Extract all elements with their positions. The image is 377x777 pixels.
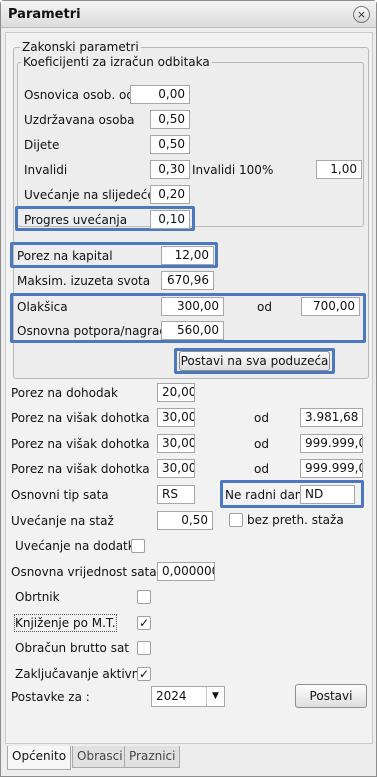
porez-dohodak-field[interactable]: 20,00 bbox=[157, 383, 195, 402]
obrtnik-label: Obrtnik bbox=[15, 590, 60, 604]
olaksica-field[interactable]: 300,00 bbox=[161, 297, 224, 316]
title-bar: Parametri × bbox=[1, 1, 376, 28]
close-button[interactable]: × bbox=[353, 6, 370, 23]
osnovna-vrijednost-sata-field[interactable]: 0,000000 bbox=[157, 562, 215, 581]
progres-uvecanja-field[interactable]: 0,10 bbox=[150, 210, 190, 229]
knjizenje-mt-checkbox[interactable]: ✓ bbox=[137, 616, 151, 630]
osnovica-field[interactable]: 0,00 bbox=[130, 85, 190, 104]
zakljucavanje-label: Zaključavanje aktivno bbox=[15, 667, 147, 681]
visak-od-label-1: od bbox=[254, 411, 269, 425]
uvecanje-slijedece-field[interactable]: 0,20 bbox=[150, 185, 190, 204]
zakonski-parametri-group: Zakonski parametri Koeficijenti za izrač… bbox=[10, 40, 369, 379]
uvecanje-dodatke-checkbox[interactable] bbox=[131, 539, 145, 553]
postavi-button[interactable]: Postavi bbox=[295, 684, 367, 708]
knjizenje-mt-label: Knjiženje po M.T. bbox=[14, 614, 117, 632]
visak-dohotka-label-3: Porez na višak dohotka bbox=[11, 462, 150, 476]
zakljucavanje-checkbox[interactable]: ✓ bbox=[137, 667, 151, 681]
progres-uvecanja-label: Progres uvećanja bbox=[24, 213, 128, 227]
uzdrzavana-label: Uzdržavana osoba bbox=[24, 113, 135, 127]
invalidi100-field[interactable]: 1,00 bbox=[316, 160, 362, 179]
visak-od-field-3[interactable]: 999.999,00 bbox=[300, 459, 363, 478]
invalidi-field[interactable]: 0,30 bbox=[150, 160, 190, 179]
uzdrzavana-field[interactable]: 0,50 bbox=[150, 110, 190, 129]
obracun-brutto-checkbox[interactable] bbox=[137, 641, 151, 655]
checkmark-icon: ✓ bbox=[138, 667, 150, 681]
porez-kapital-label: Porez na kapital bbox=[17, 249, 113, 263]
zakonski-parametri-legend: Zakonski parametri bbox=[20, 40, 141, 54]
ne-radni-dani-field[interactable]: ND bbox=[300, 485, 355, 504]
uvecanje-dodatke-label: Uvećanje na dodatke bbox=[15, 539, 142, 553]
visak-dohotka-field-3[interactable]: 30,00 bbox=[157, 459, 195, 478]
visak-od-label-3: od bbox=[254, 462, 269, 476]
visak-dohotka-label-1: Porez na višak dohotka bbox=[11, 411, 150, 425]
obracun-brutto-label: Obračun brutto sat bbox=[15, 641, 130, 655]
close-icon: × bbox=[356, 8, 367, 21]
osnovni-tip-sata-field[interactable]: RS bbox=[157, 485, 195, 504]
checkmark-icon: ✓ bbox=[138, 616, 150, 630]
postavke-za-value: 2024 bbox=[156, 689, 187, 703]
osnovna-potpora-label: Osnovna potpora/nagrada bbox=[17, 324, 175, 338]
postavke-za-select[interactable]: 2024 ▼ bbox=[151, 686, 225, 707]
bez-staza-checkbox[interactable] bbox=[229, 513, 243, 527]
osnovica-label: Osnovica osob. odb. bbox=[24, 88, 146, 102]
tab-praznici[interactable]: Praznici bbox=[124, 746, 181, 768]
tab-bar: Općenito Obrasci Praznici bbox=[5, 746, 373, 771]
dijete-label: Dijete bbox=[24, 138, 60, 152]
parametri-window: Parametri × Zakonski parametri Koeficije… bbox=[0, 0, 377, 777]
visak-od-field-2[interactable]: 999.999,00 bbox=[300, 434, 363, 453]
osnovni-tip-sata-label: Osnovni tip sata bbox=[11, 488, 109, 502]
olaksica-label: Olakšica bbox=[17, 300, 68, 314]
postavi-na-sva-poduzeca-button[interactable]: Postavi na sva poduzeća bbox=[179, 351, 330, 371]
visak-dohotka-label-2: Porez na višak dohotka bbox=[11, 437, 150, 451]
olaksica-od-label: od bbox=[257, 300, 272, 314]
invalidi-label: Invalidi bbox=[24, 163, 68, 177]
visak-dohotka-field-1[interactable]: 30,00 bbox=[157, 408, 195, 427]
visak-dohotka-field-2[interactable]: 30,00 bbox=[157, 434, 195, 453]
tab-opcenito[interactable]: Općenito bbox=[7, 746, 72, 770]
uvecanje-staz-field[interactable]: 0,50 bbox=[157, 511, 213, 530]
ne-radni-dani-label: Ne radni dani bbox=[225, 488, 306, 502]
dijete-field[interactable]: 0,50 bbox=[150, 135, 190, 154]
uvecanje-slijedece-label: Uvećanje na slijedeće bbox=[24, 188, 155, 202]
porez-dohodak-label: Porez na dohodak bbox=[11, 386, 118, 400]
window-title: Parametri bbox=[8, 7, 81, 22]
visak-od-field-1[interactable]: 3.981,68 bbox=[300, 408, 363, 427]
invalidi100-label: Invalidi 100% bbox=[192, 163, 274, 177]
maksim-izuzeta-field[interactable]: 670,96 bbox=[161, 271, 214, 290]
obrtnik-checkbox[interactable] bbox=[137, 590, 151, 604]
maksim-izuzeta-label: Maksim. izuzeta svota bbox=[17, 274, 151, 288]
koeficijenti-legend: Koeficijenti za izračun odbitaka bbox=[21, 55, 212, 69]
osnovna-vrijednost-sata-label: Osnovna vrijednost sata bbox=[11, 565, 157, 579]
visak-od-label-2: od bbox=[254, 437, 269, 451]
uvecanje-staz-label: Uvećanje na staž bbox=[11, 514, 114, 528]
osnovna-potpora-field[interactable]: 560,00 bbox=[161, 321, 224, 340]
porez-kapital-field[interactable]: 12,00 bbox=[161, 246, 214, 265]
bez-staza-label: bez preth. staža bbox=[247, 513, 344, 527]
olaksica-od-field[interactable]: 700,00 bbox=[301, 297, 360, 316]
tab-obrasci[interactable]: Obrasci bbox=[72, 746, 128, 768]
chevron-down-icon[interactable]: ▼ bbox=[206, 687, 224, 706]
postavke-za-label: Postavke za : bbox=[11, 690, 90, 704]
content-panel: Zakonski parametri Koeficijenti za izrač… bbox=[5, 32, 373, 744]
